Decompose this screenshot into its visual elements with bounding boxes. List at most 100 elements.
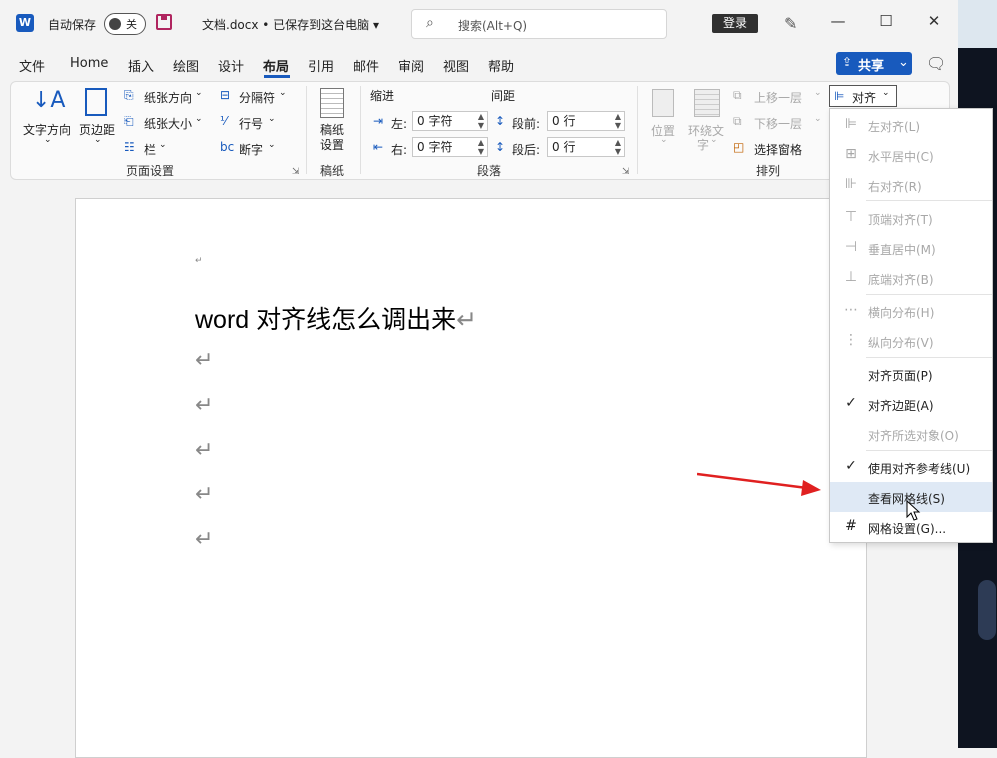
menu-item-align-right[interactable]: ⊪ 右对齐(R) (830, 170, 992, 200)
wrap-text-button-line2[interactable]: 字 (697, 136, 709, 153)
size-button[interactable]: 纸张大小 (144, 115, 192, 132)
send-backward-button[interactable]: 下移一层 (754, 115, 802, 132)
dialog-launcher-icon[interactable]: ⇲ (292, 167, 300, 177)
close-button[interactable]: ✕ (923, 12, 945, 30)
align-button[interactable]: ⊫ 对齐 ⌄ (829, 85, 897, 107)
menu-item-label: 对齐所选对象(O) (868, 429, 959, 443)
group-divider (637, 86, 638, 174)
menu-item-label: 水平居中(C) (868, 150, 934, 164)
comment-icon[interactable]: 🗨 (926, 54, 946, 73)
tab-design[interactable]: 设计 (218, 56, 244, 75)
spinner-arrows-icon[interactable]: ▲ ▼ (615, 138, 621, 156)
align-dropdown-menu: ⊫ 左对齐(L) ⊞ 水平居中(C) ⊪ 右对齐(R) ⊤ 顶端对齐(T) ⊣ 垂直居中(… (829, 108, 993, 543)
tab-home[interactable]: Home (70, 56, 108, 71)
line-numbers-icon: ⅟ (220, 114, 227, 128)
annotation-arrow (697, 472, 821, 496)
hyphenation-button[interactable]: 断字 (239, 141, 263, 158)
bring-forward-button[interactable]: 上移一层 (754, 89, 802, 106)
spinner-arrows-icon[interactable]: ▲ ▼ (615, 112, 621, 130)
chevron-down-icon: ⌄ (814, 114, 822, 124)
spacing-after-label: 段后: (512, 143, 541, 157)
mouse-cursor-icon (906, 500, 921, 521)
spacing-after-input[interactable]: 0 行 ▲ ▼ (547, 137, 625, 157)
menu-item-distribute-horizontal[interactable]: ⋯ 横向分布(H) (830, 296, 992, 326)
menu-item-align-to-page[interactable]: 对齐页面(P) (830, 359, 992, 389)
menu-item-label: 右对齐(R) (868, 180, 922, 194)
tab-help[interactable]: 帮助 (488, 56, 514, 75)
tab-references[interactable]: 引用 (308, 56, 334, 75)
tab-view[interactable]: 视图 (443, 56, 469, 75)
orientation-button[interactable]: 纸张方向 (144, 89, 192, 106)
indent-right-input[interactable]: 0 字符 ▲ ▼ (412, 137, 488, 157)
selection-pane-button[interactable]: 选择窗格 (754, 141, 802, 158)
document-heading[interactable]: word 对齐线怎么调出来↵ (195, 300, 477, 336)
login-button[interactable]: 登录 (712, 14, 758, 33)
save-icon[interactable] (156, 14, 172, 30)
distribute-vertical-icon: ⋮ (844, 332, 858, 348)
spinner-arrows-icon[interactable]: ▲ ▼ (478, 138, 484, 156)
autosave-toggle[interactable]: 关 (104, 13, 146, 35)
tab-review[interactable]: 审阅 (398, 56, 424, 75)
menu-item-align-middle[interactable]: ⊣ 垂直居中(M) (830, 233, 992, 263)
menu-item-label: 垂直居中(M) (868, 243, 936, 257)
manuscript-label-2[interactable]: 设置 (320, 136, 344, 153)
maximize-button[interactable]: ☐ (875, 12, 897, 30)
designer-pen-icon[interactable]: ✎ (784, 14, 797, 33)
tab-mailings[interactable]: 邮件 (353, 56, 379, 75)
send-backward-icon: ⧉ (733, 114, 742, 128)
search-box[interactable]: ⌕ 搜索(Alt+Q) (411, 9, 667, 39)
spinner-arrows-icon[interactable]: ▲ ▼ (478, 112, 484, 130)
menu-item-align-top[interactable]: ⊤ 顶端对齐(T) (830, 203, 992, 233)
menu-item-use-alignment-guides[interactable]: ✓ 使用对齐参考线(U) (830, 452, 992, 482)
columns-button[interactable]: 栏 (144, 141, 156, 158)
breaks-button[interactable]: 分隔符 (239, 89, 275, 106)
menu-separator (866, 294, 992, 295)
tab-file[interactable]: 文件 (19, 56, 45, 75)
document-title[interactable]: 文档.docx • 已保存到这台电脑 ▾ (202, 16, 379, 33)
search-icon: ⌕ (426, 15, 434, 31)
align-right-icon: ⊪ (844, 176, 858, 192)
indent-left-label: 左: (391, 117, 408, 131)
chevron-down-icon: ⌄ (195, 88, 203, 98)
paragraph-mark: ↵ (195, 348, 214, 373)
spacing-before-value: 0 行 (552, 114, 576, 128)
arrow-head (801, 480, 821, 496)
group-label-paragraph: 段落 (477, 164, 502, 178)
hyphenation-icon: bc (220, 140, 235, 154)
align-middle-icon: ⊣ (844, 239, 858, 255)
menu-item-align-bottom[interactable]: ⊥ 底端对齐(B) (830, 263, 992, 293)
menu-item-align-left[interactable]: ⊫ 左对齐(L) (830, 110, 992, 140)
margins-icon (85, 88, 107, 116)
align-center-icon: ⊞ (845, 146, 857, 162)
line-numbers-button[interactable]: 行号 (239, 115, 263, 132)
tab-insert[interactable]: 插入 (128, 56, 154, 75)
spacing-before-input[interactable]: 0 行 ▲ ▼ (547, 111, 625, 131)
menu-item-align-to-margin[interactable]: ✓ 对齐边距(A) (830, 389, 992, 419)
title-bar: W 自动保存 关 文档.docx • 已保存到这台电脑 ▾ ⌕ 搜索(Alt+Q… (0, 0, 958, 48)
spacing-after-value: 0 行 (552, 140, 576, 154)
group-label-manuscript: 稿纸 (320, 164, 345, 178)
dialog-launcher-icon[interactable]: ⇲ (622, 167, 630, 177)
distribute-horizontal-icon: ⋯ (844, 302, 858, 318)
chevron-down-icon: ⌄ (898, 55, 909, 70)
align-top-icon: ⊤ (844, 209, 858, 225)
minimize-button[interactable]: — (827, 12, 849, 30)
paragraph-mark: ↵ (195, 527, 214, 552)
tab-draw[interactable]: 绘图 (173, 56, 199, 75)
indent-left-input[interactable]: 0 字符 ▲ ▼ (412, 111, 488, 131)
menu-item-align-selected[interactable]: 对齐所选对象(O) (830, 419, 992, 449)
check-icon: ✓ (845, 395, 857, 411)
chevron-down-icon: ⌄ (268, 114, 276, 124)
spacing-before-icon: ↕ (495, 114, 506, 128)
menu-item-label: 顶端对齐(T) (868, 213, 933, 227)
menu-item-label: 对齐边距(A) (868, 399, 934, 413)
indent-right-value: 0 字符 (417, 140, 453, 154)
menu-item-distribute-vertical[interactable]: ⋮ 纵向分布(V) (830, 326, 992, 356)
align-bottom-icon: ⊥ (844, 269, 858, 285)
tab-layout[interactable]: 布局 (263, 56, 289, 75)
grid-icon: # (845, 518, 857, 534)
spacing-before-label: 段前: (512, 117, 541, 131)
size-icon: ⎗ (124, 114, 134, 128)
menu-item-align-center[interactable]: ⊞ 水平居中(C) (830, 140, 992, 170)
share-button[interactable]: ⇪ 共享 ⌄ (836, 52, 912, 75)
